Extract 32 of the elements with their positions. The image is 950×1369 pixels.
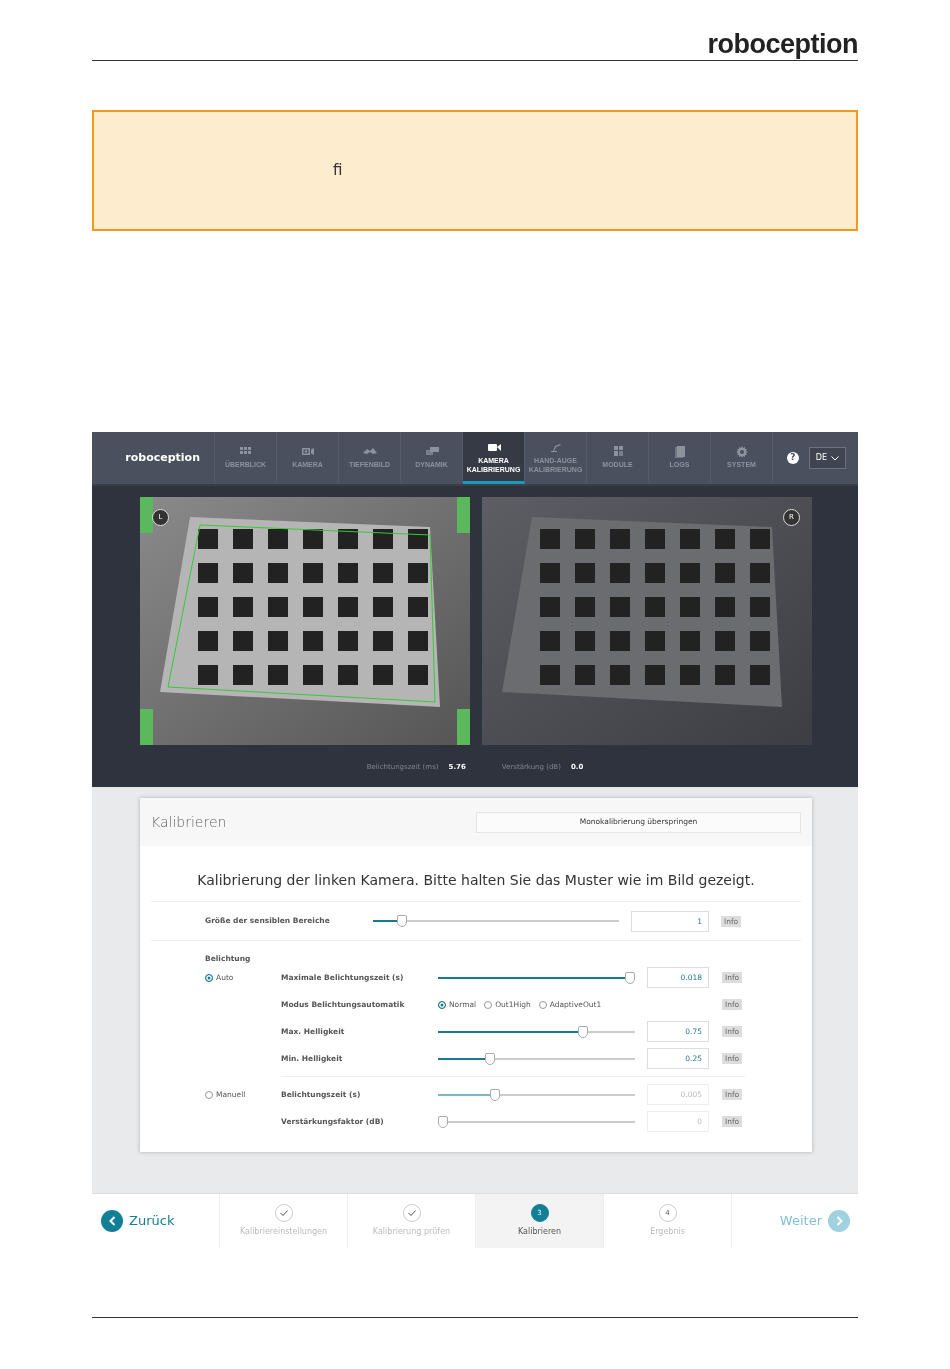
slider-thumb[interactable]	[438, 1115, 448, 1128]
chevron-right-icon	[835, 1216, 843, 1226]
back-button[interactable]: Zurück	[101, 1210, 175, 1232]
slider[interactable]	[438, 1052, 635, 1065]
gear-icon	[734, 446, 749, 459]
panel-title: Kalibrieren	[151, 812, 227, 832]
slider[interactable]	[438, 1025, 635, 1038]
slider[interactable]	[438, 971, 635, 984]
chevron-down-icon	[831, 455, 839, 461]
corner-marker	[457, 709, 470, 745]
language-dropdown[interactable]: DE	[808, 447, 846, 469]
slider[interactable]	[373, 915, 619, 927]
logo: roboception	[707, 31, 858, 58]
app-logo: roboception	[125, 449, 200, 466]
document-icon	[672, 446, 687, 459]
check-icon	[407, 1210, 416, 1216]
corner-marker	[140, 497, 153, 533]
slider-thumb[interactable]	[625, 971, 635, 984]
slider-thumb[interactable]	[484, 1052, 495, 1065]
slider[interactable]	[438, 1115, 635, 1128]
slider-thumb[interactable]	[490, 1088, 501, 1101]
chevron-left-icon	[108, 1216, 116, 1226]
slider-thumb[interactable]	[396, 915, 407, 927]
notice-text: fi	[333, 160, 343, 181]
slider[interactable]	[438, 1088, 635, 1101]
robot-arm-icon	[548, 442, 563, 455]
slider-thumb[interactable]	[578, 1025, 589, 1038]
corner-marker	[140, 709, 153, 745]
instruction-text: Kalibrierung der linken Kamera. Bitte halten Sie das Muster wie im Bild gezeigt.	[196, 871, 756, 890]
help-button[interactable]: ?	[786, 452, 799, 464]
check-icon	[279, 1210, 288, 1216]
corner-marker	[457, 497, 470, 533]
